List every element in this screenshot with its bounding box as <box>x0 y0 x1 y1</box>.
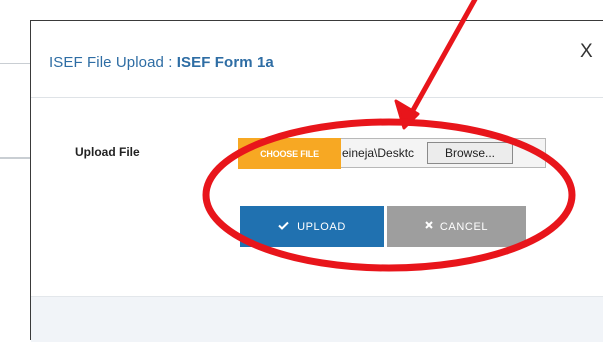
upload-file-label: Upload File <box>75 145 140 159</box>
background-divider <box>0 157 30 159</box>
modal-body: Upload File CHOOSE FILE eineja\Desktc Br… <box>31 98 603 295</box>
cancel-button-label: CANCEL <box>439 220 489 233</box>
modal-header: ISEF File Upload : ISEF Form 1a X <box>31 21 603 98</box>
close-button[interactable]: X <box>580 41 593 63</box>
browse-button[interactable]: Browse... <box>427 142 513 164</box>
modal-title: ISEF File Upload : ISEF Form 1a <box>49 54 274 71</box>
modal-title-form-name: ISEF Form 1a <box>176 54 274 71</box>
checkmark-icon <box>278 221 289 233</box>
x-icon <box>425 221 433 232</box>
file-path-field[interactable]: eineja\Desktc <box>342 146 426 160</box>
upload-button[interactable]: UPLOAD <box>240 206 384 247</box>
upload-button-label: UPLOAD <box>297 220 346 233</box>
choose-file-button[interactable]: CHOOSE FILE <box>238 138 341 169</box>
cancel-button[interactable]: CANCEL <box>387 206 526 247</box>
upload-modal: ISEF File Upload : ISEF Form 1a X Upload… <box>30 20 603 342</box>
modal-footer <box>31 296 603 342</box>
modal-title-prefix: ISEF File Upload : <box>49 54 177 71</box>
file-input[interactable]: CHOOSE FILE eineja\Desktc Browse... <box>238 138 546 169</box>
background-divider <box>0 63 30 64</box>
